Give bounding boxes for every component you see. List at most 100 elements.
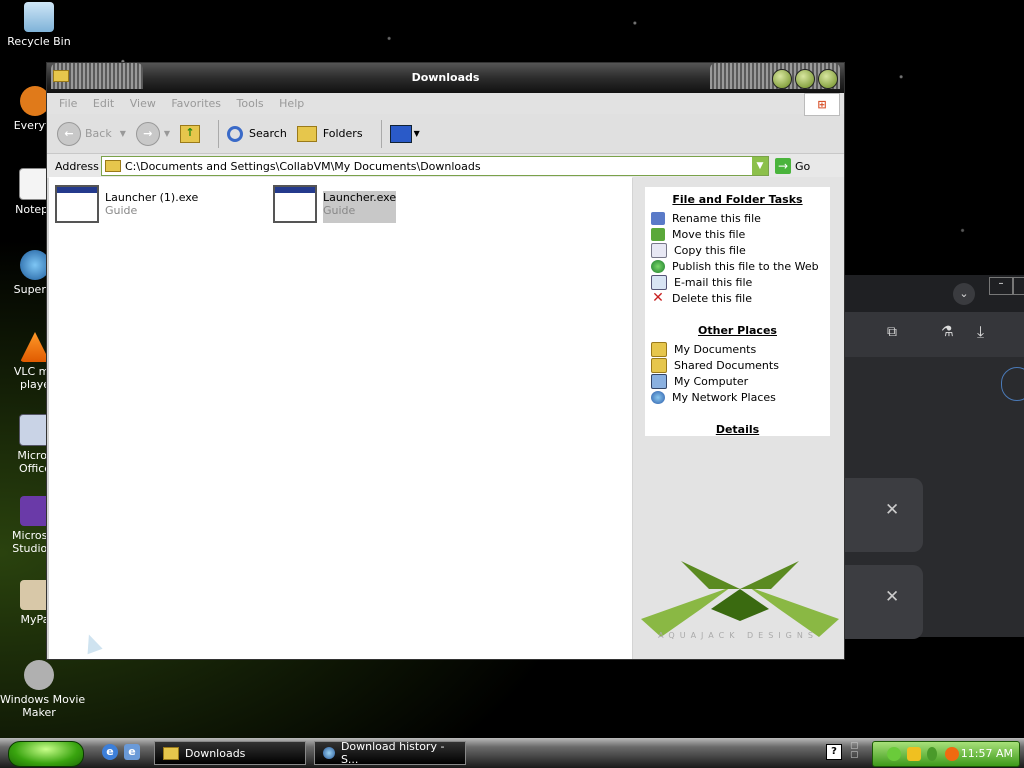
task-pane-box: File and Folder Tasks Rename this file M… (645, 187, 830, 436)
logo-right-blade (749, 587, 839, 637)
copy-icon (651, 242, 667, 258)
other-places-heading[interactable]: Other Places (645, 324, 830, 337)
search-tray-icon[interactable] (945, 747, 959, 761)
maximize-icon[interactable] (1013, 277, 1024, 295)
go-arrow-icon: → (775, 158, 791, 174)
details-heading[interactable]: Details (645, 423, 830, 436)
dropdown-arrow-icon: ▼ (163, 129, 171, 138)
folders-icon (296, 125, 317, 142)
windows-logo-icon: ⊞ (804, 93, 840, 116)
desktop-icon-label: Windows Movie Maker (0, 693, 86, 719)
menu-bar: File Edit View Favorites Tools Help ⊞ (47, 93, 844, 116)
logo-left-blade (641, 587, 731, 637)
security-shield-icon[interactable] (907, 747, 921, 761)
views-button[interactable]: ▼ (389, 124, 420, 143)
task-label: Move this file (672, 227, 746, 241)
address-input[interactable]: C:\Documents and Settings\CollabVM\My Do… (101, 156, 769, 176)
task-label: Rename this file (672, 211, 761, 225)
folder-icon (105, 160, 121, 172)
place-label: Shared Documents (674, 358, 779, 372)
download-icon[interactable]: ⤓ (977, 322, 984, 342)
folder-icon (163, 746, 179, 760)
minimize-icon[interactable]: – (989, 277, 1013, 295)
place-label: My Network Places (672, 390, 776, 404)
application-icon (273, 185, 317, 223)
file-description: Guide (323, 204, 356, 217)
close-button[interactable] (818, 69, 838, 89)
task-rename-file[interactable]: Rename this file (645, 210, 830, 226)
browser-search-pill[interactable] (1001, 367, 1024, 401)
address-bar: Address C:\Documents and Settings\Collab… (47, 154, 844, 178)
volume-tray-icon[interactable] (927, 747, 937, 761)
minimize-button[interactable] (772, 69, 792, 89)
place-label: My Documents (674, 342, 757, 356)
toolbar-separator (380, 119, 382, 148)
delete-icon: ✕ (652, 289, 664, 306)
search-button[interactable]: Search (227, 125, 287, 142)
rename-icon (651, 211, 665, 225)
place-my-computer[interactable]: My Computer (645, 373, 830, 389)
taskbar-button-download-history[interactable]: Download history - S... (314, 740, 466, 766)
task-email-file[interactable]: E-mail this file (645, 274, 830, 290)
menu-help[interactable]: Help (273, 93, 310, 114)
help-icon[interactable]: ? (826, 744, 842, 760)
place-my-documents[interactable]: My Documents (645, 341, 830, 357)
file-folder-tasks-heading[interactable]: File and Folder Tasks (645, 193, 830, 206)
menu-tools[interactable]: Tools (231, 93, 270, 114)
task-move-file[interactable]: Move this file (645, 226, 830, 242)
up-button[interactable]: ↑ (180, 124, 201, 143)
task-label: E-mail this file (674, 275, 753, 289)
menu-favorites[interactable]: Favorites (165, 93, 227, 114)
computer-icon (651, 373, 667, 389)
dropdown-arrow-icon: ▼ (119, 129, 126, 138)
clock[interactable]: 11:57 AM (961, 747, 1013, 760)
up-folder-icon: ↑ (180, 124, 201, 143)
task-label: Download history - S... (340, 740, 445, 766)
place-shared-documents[interactable]: Shared Documents (645, 357, 830, 373)
browser-quick-launch-icon[interactable]: e (124, 744, 140, 760)
move-icon (651, 227, 665, 241)
task-label: Downloads (185, 746, 246, 760)
email-icon (651, 274, 667, 290)
labs-icon[interactable]: ⚗ (941, 324, 954, 340)
internet-explorer-icon[interactable]: e (102, 744, 118, 760)
close-icon[interactable]: ✕ (885, 500, 899, 520)
browser-icon (323, 747, 335, 759)
place-my-network[interactable]: My Network Places (645, 389, 830, 405)
menu-view[interactable]: View (124, 93, 162, 114)
forward-arrow-icon: → (135, 121, 160, 146)
maximize-button[interactable] (795, 69, 815, 89)
network-tray-icon[interactable] (887, 747, 901, 761)
task-delete-file[interactable]: ✕ Delete this file (645, 290, 830, 306)
file-text: Launcher.exe Guide (323, 191, 397, 223)
title-bar[interactable]: Downloads (47, 63, 844, 93)
tab-list-chevron-icon[interactable]: ⌄ (953, 283, 975, 305)
standard-toolbar: ← Back ▼ → ▼ ↑ Search Folders ▼ (47, 114, 844, 154)
start-button[interactable] (8, 741, 84, 767)
file-item[interactable]: Launcher.exe Guide (273, 185, 397, 223)
task-publish-web[interactable]: Publish this file to the Web (645, 258, 830, 274)
forward-button[interactable]: → ▼ (135, 121, 171, 146)
go-button[interactable]: → Go (775, 158, 810, 174)
desktop-icon-movie-maker[interactable]: Windows Movie Maker (0, 660, 85, 719)
menu-edit[interactable]: Edit (87, 93, 120, 114)
taskbar-toggle-icon[interactable]: ▢ ▢ (850, 742, 862, 760)
task-label: Copy this file (674, 243, 746, 257)
browser-tab-strip: ⌄ – (845, 275, 1024, 312)
task-copy-file[interactable]: Copy this file (645, 242, 830, 258)
publish-web-icon (651, 259, 665, 273)
download-entry-card: ✕ (845, 565, 923, 639)
file-item[interactable]: Launcher (1).exe Guide (55, 185, 198, 223)
file-text: Launcher (1).exe Guide (105, 191, 198, 223)
extensions-icon[interactable]: ⧉ (887, 324, 897, 340)
back-label: Back (85, 127, 112, 140)
address-dropdown-icon[interactable]: ▼ (752, 157, 768, 175)
folders-button[interactable]: Folders (296, 125, 363, 142)
close-icon[interactable]: ✕ (885, 587, 899, 607)
desktop-icon-recycle-bin[interactable]: Recycle Bin (0, 2, 78, 48)
back-button[interactable]: ← Back ▼ (57, 121, 126, 146)
task-label: Delete this file (672, 291, 752, 305)
menu-file[interactable]: File (53, 93, 83, 114)
browser-toolbar: ⧉ ⚗ ⤓ (845, 312, 1024, 357)
taskbar-button-downloads[interactable]: Downloads (154, 741, 306, 765)
